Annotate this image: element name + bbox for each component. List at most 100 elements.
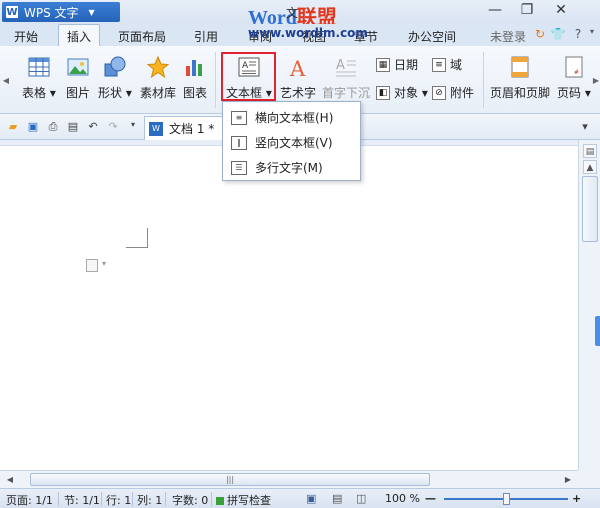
close-icon[interactable]: ✕ bbox=[550, 2, 572, 20]
calendar-icon: ▦ bbox=[376, 57, 390, 72]
ribbon-scroll-left-icon[interactable]: ◀ bbox=[2, 46, 10, 114]
text-margin-mark bbox=[126, 228, 148, 248]
open-folder-icon[interactable]: ▰ bbox=[6, 120, 20, 134]
chart-label: 图表 bbox=[183, 86, 208, 100]
save-icon[interactable]: ▣ bbox=[26, 120, 40, 134]
refresh-icon[interactable]: ↻ bbox=[532, 27, 548, 43]
table-icon bbox=[28, 57, 50, 77]
page-number-label: 页码 ▾ bbox=[557, 86, 591, 100]
print-icon[interactable]: ⎙ bbox=[46, 120, 60, 134]
status-row: 行: 1 bbox=[106, 494, 132, 507]
header-footer-button[interactable]: 页眉和页脚 bbox=[490, 46, 550, 101]
tab-home[interactable]: 开始 bbox=[14, 28, 38, 45]
clip-library-label: 素材库 bbox=[140, 86, 177, 100]
vertical-textbox-icon: ‖ bbox=[231, 135, 247, 150]
app-name: WPS 文字 bbox=[24, 5, 79, 20]
svg-text:A: A bbox=[289, 57, 306, 78]
wordart-button[interactable]: A 艺术字 bbox=[280, 46, 316, 101]
tab-page-layout[interactable]: 页面布局 bbox=[118, 28, 166, 45]
zoom-out-icon[interactable]: — bbox=[425, 492, 436, 505]
shirt-icon[interactable]: 👕 bbox=[550, 27, 566, 43]
tab-insert[interactable]: 插入 bbox=[58, 24, 101, 46]
attachment-button[interactable]: ⊘ 附件 bbox=[432, 84, 474, 101]
ribbon-scroll-right-icon[interactable]: ▶ bbox=[592, 46, 600, 114]
shapes-label: 形状 ▾ bbox=[98, 86, 132, 100]
textbox-dropdown-menu: ≡ 横向文本框(H) ‖ 竖向文本框(V) ☰ 多行文字(M) bbox=[222, 101, 361, 181]
document-icon: W bbox=[149, 121, 163, 136]
tab-office-space[interactable]: 办公空间 bbox=[408, 28, 456, 45]
paragraph-layout-icon[interactable] bbox=[86, 259, 98, 272]
page-number-button[interactable]: # 页码 ▾ bbox=[557, 46, 591, 101]
status-column: 列: 1 bbox=[137, 494, 163, 507]
page-number-icon: # bbox=[565, 56, 583, 78]
spell-check-toggle[interactable]: 拼写检查 bbox=[216, 492, 271, 508]
shapes-button[interactable]: 形状 ▾ bbox=[98, 46, 132, 101]
tab-references[interactable]: 引用 bbox=[194, 28, 218, 45]
menu-item-vertical-textbox[interactable]: ‖ 竖向文本框(V) bbox=[223, 130, 360, 155]
wordart-label: 艺术字 bbox=[280, 86, 317, 100]
ribbon-separator bbox=[215, 52, 216, 108]
object-button[interactable]: ◧ 对象 ▾ bbox=[376, 84, 428, 101]
login-status[interactable]: 未登录 bbox=[490, 28, 526, 45]
wordart-icon: A bbox=[289, 57, 306, 78]
restore-icon[interactable]: ❐ bbox=[516, 2, 538, 20]
customize-dropdown-icon[interactable]: ▾ bbox=[126, 120, 140, 134]
document-canvas[interactable] bbox=[0, 140, 578, 470]
minimize-icon[interactable]: — bbox=[484, 2, 506, 20]
spell-check-icon bbox=[216, 497, 224, 505]
tab-options-icon[interactable]: ▾ bbox=[578, 120, 592, 134]
dropcap-icon: A bbox=[336, 58, 356, 77]
watermark-url: www.wordlm.com bbox=[248, 26, 368, 40]
field-button[interactable]: ≡ 域 bbox=[432, 56, 462, 73]
vertical-scroll-thumb[interactable] bbox=[582, 176, 598, 242]
redo-icon[interactable]: ↷ bbox=[106, 120, 120, 134]
print-preview-icon[interactable]: ▤ bbox=[66, 120, 80, 134]
table-button[interactable]: 表格 ▾ bbox=[22, 46, 56, 101]
side-panel-toggle[interactable] bbox=[595, 316, 600, 346]
svg-text:#: # bbox=[574, 69, 579, 76]
date-label: 日期 bbox=[394, 58, 419, 72]
header-footer-icon bbox=[511, 56, 529, 78]
status-section: 节: 1/1 bbox=[64, 494, 100, 507]
scroll-right-icon[interactable]: ▶ bbox=[562, 473, 574, 486]
chart-icon bbox=[186, 60, 202, 76]
zoom-level: 100 % bbox=[385, 492, 420, 505]
chevron-down-icon[interactable]: ▾ bbox=[584, 27, 600, 43]
picture-label: 图片 bbox=[66, 86, 91, 100]
undo-icon[interactable]: ↶ bbox=[86, 120, 100, 134]
menu-item-horizontal-textbox[interactable]: ≡ 横向文本框(H) bbox=[223, 105, 360, 130]
window-title: 文 bbox=[286, 6, 299, 20]
menu-item-multiline-text[interactable]: ☰ 多行文字(M) bbox=[223, 155, 360, 180]
dropcap-label: 首字下沉 bbox=[322, 86, 371, 100]
wps-logo-icon: W bbox=[6, 6, 18, 18]
shapes-icon bbox=[104, 56, 126, 77]
svg-text:A: A bbox=[336, 58, 345, 73]
chart-button[interactable]: 图表 bbox=[183, 46, 207, 101]
table-label: 表格 ▾ bbox=[22, 86, 56, 100]
date-button[interactable]: ▦ 日期 bbox=[376, 56, 418, 73]
vertical-scrollbar[interactable]: ▤ ▲ bbox=[578, 140, 600, 470]
clip-library-button[interactable]: 素材库 bbox=[140, 46, 176, 101]
title-bar: W WPS 文字 ▼ Word联盟 文 — ❐ ✕ bbox=[0, 0, 600, 29]
object-label: 对象 ▾ bbox=[394, 86, 428, 100]
chevron-down-icon[interactable]: ▾ bbox=[102, 259, 106, 268]
scroll-bookmark-icon[interactable]: ▤ bbox=[583, 144, 597, 158]
scroll-left-icon[interactable]: ◀ bbox=[4, 473, 16, 486]
zoom-slider-thumb[interactable] bbox=[503, 493, 510, 505]
web-view-icon[interactable]: ◫ bbox=[356, 492, 366, 505]
document-tab[interactable]: W 文档 1 * bbox=[144, 116, 226, 140]
horizontal-scroll-thumb[interactable]: ||| bbox=[30, 473, 430, 486]
page-view-icon[interactable]: ▣ bbox=[306, 492, 316, 505]
horizontal-scrollbar[interactable]: ◀ ||| ▶ bbox=[0, 470, 578, 488]
ribbon-separator bbox=[483, 52, 484, 108]
picture-button[interactable]: 图片 bbox=[66, 46, 90, 101]
outline-view-icon[interactable]: ▤ bbox=[332, 492, 342, 505]
document-tab-label: 文档 1 * bbox=[169, 122, 215, 136]
attachment-label: 附件 bbox=[450, 86, 475, 100]
chevron-down-icon: ▼ bbox=[88, 7, 95, 17]
app-menu-button[interactable]: W WPS 文字 ▼ bbox=[2, 2, 120, 22]
zoom-in-icon[interactable]: + bbox=[572, 492, 581, 505]
scroll-up-icon[interactable]: ▲ bbox=[583, 160, 597, 174]
field-label: 域 bbox=[450, 58, 463, 72]
textbox-highlight bbox=[221, 52, 276, 101]
